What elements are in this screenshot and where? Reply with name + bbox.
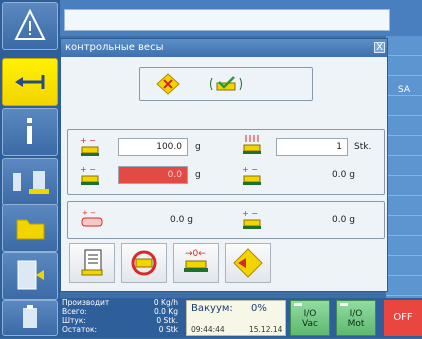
count-unit: Stk. bbox=[354, 142, 372, 152]
lower-limit-input[interactable]: 0.0 bbox=[118, 166, 188, 184]
svg-text:+ −: + − bbox=[242, 165, 258, 174]
io-mot-button[interactable]: I/O Mot bbox=[336, 300, 376, 336]
sidebar-button-warning[interactable] bbox=[2, 2, 58, 50]
vacuum-value: 0% bbox=[251, 303, 267, 314]
sidebar-button-scale[interactable] bbox=[2, 158, 58, 206]
upper-limit-input[interactable]: 100.0 bbox=[118, 138, 188, 156]
io-mot-indicator bbox=[340, 303, 348, 306]
checkweigher-dialog: контрольные весы X + − 100.0 g 1 Stk. + … bbox=[60, 38, 388, 292]
scale-check-icon bbox=[13, 171, 49, 194]
svg-text:+ −: + − bbox=[80, 165, 96, 174]
tolerance-scale-icon: + − bbox=[240, 164, 264, 186]
right-background-list bbox=[386, 36, 422, 298]
folder-icon bbox=[16, 219, 45, 240]
sidebar-button-info[interactable] bbox=[2, 108, 58, 156]
tolerance-value: 0.0 g bbox=[332, 169, 355, 181]
weighing-wand-icon bbox=[15, 75, 45, 89]
tare-group: + − 0.0 g + − 0.0 g bbox=[67, 201, 385, 239]
status-row-3-label: Штук: bbox=[62, 316, 86, 325]
tare-value: 0.0 g bbox=[170, 214, 193, 226]
tare-button[interactable] bbox=[225, 243, 271, 283]
close-button[interactable]: X bbox=[374, 42, 385, 53]
lower-limit-unit: g bbox=[195, 170, 201, 180]
status-row-1-label: Производит bbox=[62, 298, 110, 307]
auto-scale-icon[interactable] bbox=[208, 73, 244, 95]
limits-group: + − 100.0 g 1 Stk. + − 0.0 g + − 0.0 g bbox=[67, 129, 385, 195]
status-date: 15.12.14 bbox=[249, 325, 283, 334]
tare-unit-2: g bbox=[349, 215, 355, 225]
io-mot-bottom: Mot bbox=[347, 319, 365, 329]
io-vac-top: I/O bbox=[303, 309, 317, 319]
off-button[interactable]: OFF bbox=[384, 300, 422, 336]
io-vac-button[interactable]: I/O Vac bbox=[290, 300, 330, 336]
tolerance-unit: g bbox=[349, 170, 355, 180]
status-time: 09:44:44 bbox=[191, 325, 225, 334]
status-row-3-value: 0 Stk. bbox=[156, 316, 178, 325]
tare-number: 0.0 bbox=[170, 215, 185, 225]
tare-unit: g bbox=[187, 215, 193, 225]
svg-text:+ −: + − bbox=[242, 209, 258, 218]
status-row-2-value: 0.0 Kg bbox=[154, 307, 178, 316]
count-input[interactable]: 1 bbox=[276, 138, 348, 156]
tare-container-icon: + − bbox=[78, 208, 108, 230]
tolerance-number: 0.0 bbox=[332, 170, 347, 180]
dialog-title: контрольные весы bbox=[61, 39, 387, 57]
svg-text:→0←: →0← bbox=[185, 249, 206, 259]
info-icon bbox=[27, 118, 32, 144]
status-row-2-label: Всего: bbox=[62, 307, 87, 316]
tare-diamond-icon bbox=[233, 248, 263, 278]
status-bar: Производит 0 Kg/h Всего: 0.0 Kg Штук: 0 … bbox=[60, 298, 422, 338]
count-scale-icon bbox=[240, 133, 264, 155]
reset-icon bbox=[131, 250, 157, 276]
upper-limit-scale-icon: + − bbox=[78, 135, 102, 157]
sidebar-button-folder[interactable] bbox=[2, 204, 58, 252]
message-field bbox=[64, 9, 390, 31]
exit-icon bbox=[17, 260, 44, 290]
document-icon bbox=[81, 249, 103, 276]
reset-button[interactable] bbox=[121, 243, 167, 283]
svg-text:+ −: + − bbox=[80, 136, 96, 145]
zero-button[interactable]: →0← bbox=[173, 243, 219, 283]
lower-limit-scale-icon: + − bbox=[78, 164, 102, 186]
io-vac-indicator bbox=[294, 303, 302, 306]
io-vac-bottom: Vac bbox=[302, 319, 318, 329]
vacuum-label: Вакуум: bbox=[191, 303, 233, 314]
status-row-1-value: 0 Kg/h bbox=[153, 298, 178, 307]
tool-icon bbox=[23, 305, 37, 328]
sidebar-button-exit[interactable] bbox=[2, 252, 58, 300]
warning-icon bbox=[14, 8, 46, 40]
status-row-4-label: Остаток: bbox=[62, 325, 98, 334]
tare-scale-icon: + − bbox=[240, 208, 264, 230]
sidebar-button-wand[interactable] bbox=[2, 58, 58, 106]
tare-value-2: 0.0 g bbox=[332, 214, 355, 226]
document-button[interactable] bbox=[69, 243, 115, 283]
svg-text:+ −: + − bbox=[82, 209, 96, 217]
top-bar bbox=[60, 0, 422, 36]
sa-label: SA bbox=[398, 85, 411, 95]
sidebar-button-tool[interactable] bbox=[2, 300, 58, 336]
io-mot-top: I/O bbox=[349, 309, 363, 319]
mode-group bbox=[139, 67, 313, 101]
tare-number-2: 0.0 bbox=[332, 215, 347, 225]
reject-diamond-icon[interactable] bbox=[156, 73, 180, 95]
upper-limit-unit: g bbox=[195, 142, 201, 152]
zero-scale-icon: →0← bbox=[184, 249, 208, 272]
vacuum-panel: Вакуум: 0% 09:44:44 15.12.14 bbox=[186, 300, 286, 336]
sidebar bbox=[0, 0, 60, 338]
status-row-4-value: 0 Stk bbox=[158, 325, 178, 334]
